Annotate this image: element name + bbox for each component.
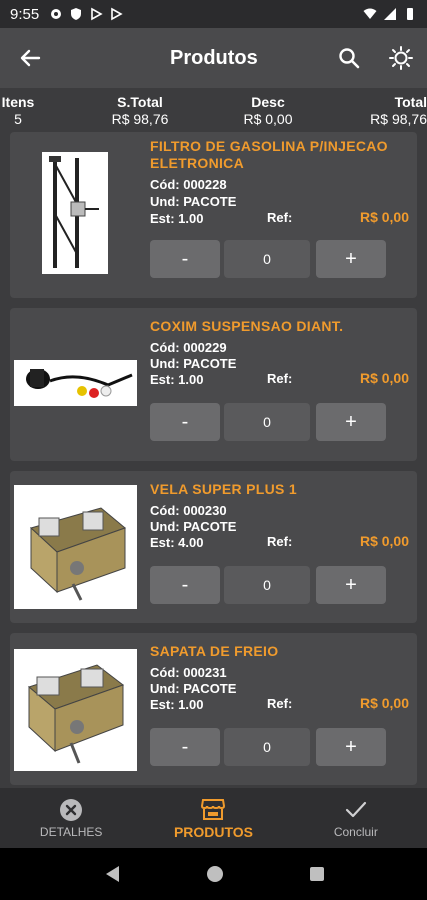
back-button[interactable] <box>0 28 60 88</box>
product-price: R$ 0,00 <box>359 209 409 225</box>
product-price: R$ 0,00 <box>359 370 409 386</box>
quantity-field[interactable]: 0 <box>224 566 310 604</box>
arrow-left-icon <box>20 49 41 67</box>
product-card[interactable]: SAPATA DE FREIO Cód: 000231 Und: PACOTE … <box>10 633 417 785</box>
brightness-icon <box>389 46 413 70</box>
decrease-button[interactable]: - <box>150 240 220 278</box>
check-icon <box>345 801 366 818</box>
status-time: 9:55 <box>10 5 40 23</box>
product-unit: Und: PACOTE <box>150 356 237 371</box>
quantity-field[interactable]: 0 <box>224 403 310 441</box>
desc-value: R$ 0,00 <box>243 111 293 127</box>
product-card[interactable]: FILTRO DE GASOLINA P/INJECAO ELETRONICA … <box>10 132 417 298</box>
gear-icon <box>51 9 62 19</box>
nav-concluir-label: Concluir <box>333 825 378 839</box>
product-name: FILTRO DE GASOLINA P/INJECAO ELETRONICA <box>150 138 388 171</box>
product-card[interactable]: COXIM SUSPENSAO DIANT. Cód: 000229 Und: … <box>10 308 417 461</box>
signal-icon <box>384 8 396 20</box>
desc-label: Desc <box>251 94 285 110</box>
product-unit: Und: PACOTE <box>150 194 237 209</box>
product-code: Cód: 000229 <box>150 340 227 355</box>
increase-button[interactable]: + <box>316 240 386 278</box>
wifi-icon <box>363 8 377 19</box>
itens-label: Itens <box>1 94 35 110</box>
product-price: R$ 0,00 <box>359 695 409 711</box>
product-name: COXIM SUSPENSAO DIANT. <box>150 318 344 334</box>
bottom-navigation: DETALHES PRODUTOS Concluir <box>0 788 427 848</box>
product-image <box>42 152 108 274</box>
search-button[interactable] <box>331 40 367 76</box>
page-title: Produtos <box>170 46 258 69</box>
increase-button[interactable]: + <box>316 566 386 604</box>
product-stock: Est: 1.00 <box>150 697 204 712</box>
nav-produtos[interactable]: PRODUTOS <box>142 788 284 848</box>
product-ref: Ref: <box>267 371 293 386</box>
nav-produtos-label: PRODUTOS <box>173 824 254 840</box>
system-navigation <box>0 848 427 900</box>
close-circle-icon <box>60 799 83 821</box>
product-name: VELA SUPER PLUS 1 <box>150 481 297 497</box>
nav-detalhes[interactable]: DETALHES <box>0 788 142 848</box>
recents-square-icon[interactable] <box>309 866 325 882</box>
increase-button[interactable]: + <box>316 403 386 441</box>
product-image <box>14 649 137 771</box>
itens-value: 5 <box>14 111 22 127</box>
product-stock: Est: 1.00 <box>150 372 204 387</box>
product-image <box>14 360 137 406</box>
play-icon <box>111 7 123 21</box>
product-ref: Ref: <box>267 210 293 225</box>
app-bar: Produtos <box>0 28 427 88</box>
product-code: Cód: 000231 <box>150 665 227 680</box>
total-value: R$ 98,76 <box>370 111 427 127</box>
product-card[interactable]: VELA SUPER PLUS 1 Cód: 000230 Und: PACOT… <box>10 471 417 623</box>
product-unit: Und: PACOTE <box>150 681 237 696</box>
product-stock: Est: 4.00 <box>150 535 204 550</box>
decrease-button[interactable]: - <box>150 566 220 604</box>
product-price: R$ 0,00 <box>359 533 409 549</box>
product-ref: Ref: <box>267 534 293 549</box>
brightness-button[interactable] <box>383 40 419 76</box>
increase-button[interactable]: + <box>316 728 386 766</box>
stotal-value: R$ 98,76 <box>111 111 169 127</box>
quantity-field[interactable]: 0 <box>224 240 310 278</box>
home-circle-icon[interactable] <box>206 865 224 883</box>
order-summary: Itens 5 S.Total R$ 98,76 Desc R$ 0,00 To… <box>0 94 427 130</box>
product-unit: Und: PACOTE <box>150 519 237 534</box>
search-icon <box>339 48 360 69</box>
decrease-button[interactable]: - <box>150 403 220 441</box>
product-code: Cód: 000228 <box>150 177 227 192</box>
nav-detalhes-label: DETALHES <box>39 825 103 839</box>
store-icon <box>201 799 226 820</box>
back-triangle-icon[interactable] <box>103 864 121 884</box>
nav-concluir[interactable]: Concluir <box>285 788 427 848</box>
play-icon <box>91 7 103 21</box>
product-ref: Ref: <box>267 696 293 711</box>
product-stock: Est: 1.00 <box>150 211 204 226</box>
stotal-label: S.Total <box>117 94 163 110</box>
total-label: Total <box>394 94 427 110</box>
product-code: Cód: 000230 <box>150 503 227 518</box>
shield-icon <box>71 8 82 20</box>
battery-icon <box>407 8 413 20</box>
product-name: SAPATA DE FREIO <box>150 643 279 659</box>
decrease-button[interactable]: - <box>150 728 220 766</box>
product-image <box>14 485 137 609</box>
quantity-field[interactable]: 0 <box>224 728 310 766</box>
status-bar: 9:55 <box>0 0 427 28</box>
